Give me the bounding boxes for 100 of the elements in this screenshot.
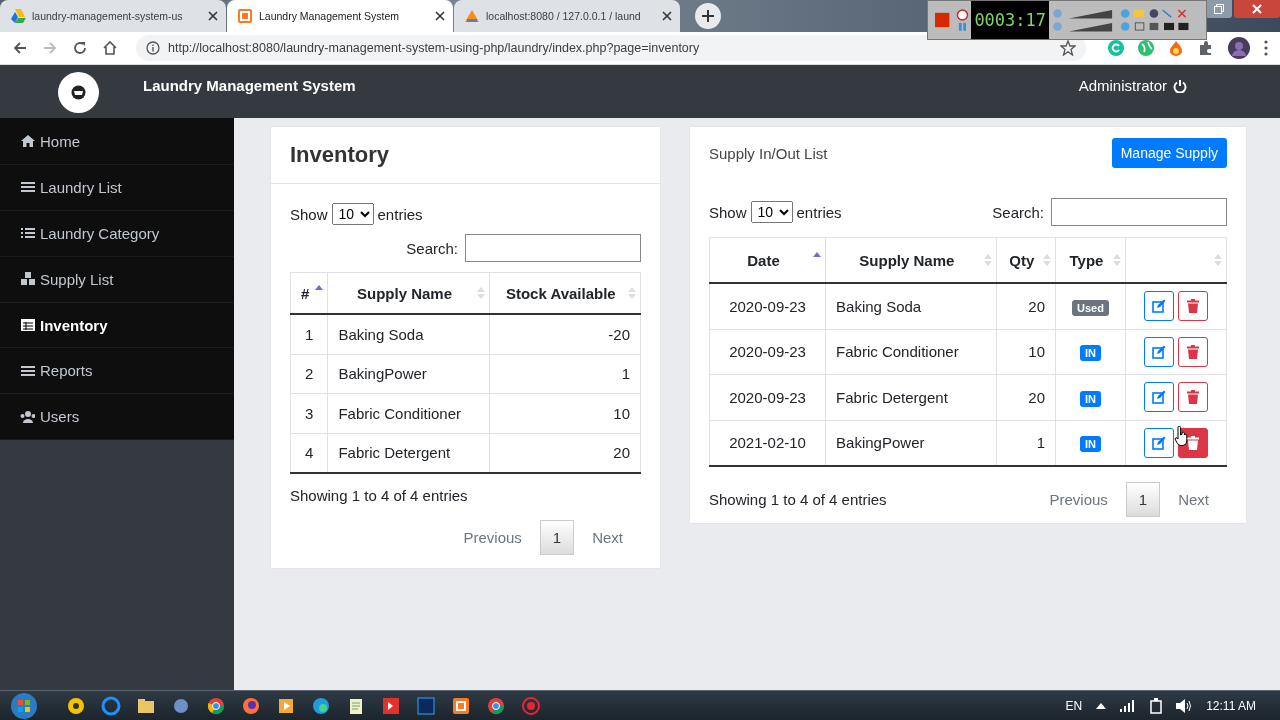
card-title: Inventory <box>290 142 390 168</box>
entries-label: entries <box>377 205 423 223</box>
trash-icon <box>1187 299 1199 314</box>
type-badge: Used <box>1072 299 1109 316</box>
address-field[interactable]: http://localhost:8080/laundry-management-system-using-php/laundry/index.php?page=inventory <box>136 35 1086 61</box>
edit-icon <box>1152 390 1166 405</box>
signal-icon[interactable] <box>1120 699 1137 712</box>
plus-icon <box>702 10 714 22</box>
chrome-icon[interactable] <box>206 695 226 716</box>
type-badge: IN <box>1080 345 1101 362</box>
restore-button[interactable] <box>1206 0 1232 18</box>
search-label: Search: <box>406 239 458 257</box>
next-link[interactable]: Next <box>1160 491 1227 508</box>
table-cell: 2020-09-23 <box>709 374 826 420</box>
search-field[interactable] <box>465 234 641 262</box>
cubes-icon <box>20 271 35 288</box>
table-cell: 4 <box>290 433 328 473</box>
close-icon <box>208 11 218 21</box>
puzzle-icon[interactable] <box>1198 40 1214 56</box>
column-header[interactable]: Date <box>709 237 826 283</box>
previous-link[interactable]: Previous <box>1031 491 1126 508</box>
table-cell: 20 <box>996 374 1056 420</box>
column-header[interactable]: Supply Name <box>327 272 490 314</box>
manage-supply-button[interactable]: Manage Supply <box>1111 138 1227 168</box>
users-icon <box>20 408 35 425</box>
table-cell: 1 <box>290 314 328 354</box>
page-button[interactable]: 1 <box>539 520 575 555</box>
square-logo-icon <box>237 8 253 24</box>
table-cell: 3 <box>290 393 328 433</box>
column-header[interactable]: Type <box>1055 237 1126 283</box>
column-header[interactable]: Supply Name <box>825 237 997 283</box>
table-cell: Baking Soda <box>825 283 997 329</box>
column-header[interactable]: # <box>290 272 328 314</box>
browser-tab[interactable]: localhost:8080 / 127.0.0.1 / laund <box>454 0 680 32</box>
table-cell: 2020-09-23 <box>709 329 826 375</box>
speaker-icon[interactable] <box>1176 698 1193 713</box>
card-title: Supply In/Out List <box>709 144 828 162</box>
column-header[interactable]: Stock Available <box>489 272 641 314</box>
avatar-icon[interactable] <box>1228 37 1250 59</box>
edit-button[interactable] <box>1144 336 1174 367</box>
trash-icon <box>1187 344 1199 359</box>
trash-icon <box>1187 435 1199 450</box>
trash-icon <box>1187 390 1199 405</box>
triangle-logo-icon <box>10 8 26 24</box>
clock[interactable]: 12:11 AM <box>1206 698 1256 713</box>
flame-icon[interactable] <box>1168 40 1184 56</box>
browser-tab[interactable]: laundry-management-system-us <box>0 0 226 32</box>
edit-button[interactable] <box>1144 382 1174 413</box>
language-indicator[interactable]: EN <box>1065 698 1083 713</box>
table-icon <box>20 317 35 333</box>
table-cell: BakingPower <box>825 420 997 466</box>
star-icon[interactable] <box>1060 40 1076 56</box>
timer-display: 0003:17 <box>971 1 1050 39</box>
app-title: Laundry Management System <box>143 77 356 94</box>
table-cell: 2021-02-10 <box>709 420 826 466</box>
edit-button[interactable] <box>1144 291 1174 322</box>
table-cell: 2 <box>290 354 328 394</box>
home-icon[interactable] <box>102 40 118 56</box>
search-label: Search: <box>992 203 1044 221</box>
show-label: Show <box>290 205 328 223</box>
table-cell: 20 <box>996 283 1056 329</box>
arrow-tile-icon[interactable] <box>381 695 401 716</box>
reload-icon[interactable] <box>72 40 88 56</box>
hand-cursor-icon <box>1174 426 1188 446</box>
entries-select[interactable]: 10 <box>750 201 793 223</box>
close-window-button[interactable] <box>1234 0 1280 18</box>
close-icon <box>662 11 672 21</box>
column-header[interactable]: Qty <box>996 237 1056 283</box>
table-cell: Fabric Detergent <box>825 374 997 420</box>
caret-up-icon[interactable] <box>1096 702 1107 709</box>
more-icon[interactable] <box>1264 40 1268 56</box>
new-tab-button[interactable] <box>695 3 721 29</box>
table-cell: 20 <box>489 433 641 473</box>
record-icon[interactable] <box>521 695 541 716</box>
page-button[interactable]: 1 <box>1125 482 1161 517</box>
close-icon <box>435 11 445 21</box>
info-icon <box>146 41 160 55</box>
table-cell: Fabric Conditioner <box>327 393 490 433</box>
table-cell: 1 <box>996 420 1056 466</box>
browser-tab[interactable]: Laundry Management System <box>227 0 453 32</box>
edit-icon <box>1152 299 1166 314</box>
table-cell: Baking Soda <box>327 314 490 354</box>
table-cell: 10 <box>996 329 1056 375</box>
back-icon[interactable] <box>12 40 28 56</box>
chrome-icon[interactable] <box>486 695 506 716</box>
edit-button[interactable] <box>1144 427 1174 458</box>
table-cell: 1 <box>489 354 641 394</box>
entries-select[interactable]: 10 <box>331 203 374 225</box>
home-icon <box>20 133 35 150</box>
search-field[interactable] <box>1051 198 1227 226</box>
edit-icon <box>1152 344 1166 359</box>
user-menu[interactable]: Administrator <box>1078 77 1187 94</box>
previous-link[interactable]: Previous <box>445 529 540 546</box>
table-info: Showing 1 to 4 of 4 entries <box>709 491 887 508</box>
table-cell: BakingPower <box>327 354 490 394</box>
power-icon <box>1173 78 1187 93</box>
table-cell: 10 <box>489 393 641 433</box>
restore-icon <box>1214 4 1224 14</box>
next-link[interactable]: Next <box>574 529 641 546</box>
square-logo-icon[interactable] <box>451 695 471 716</box>
